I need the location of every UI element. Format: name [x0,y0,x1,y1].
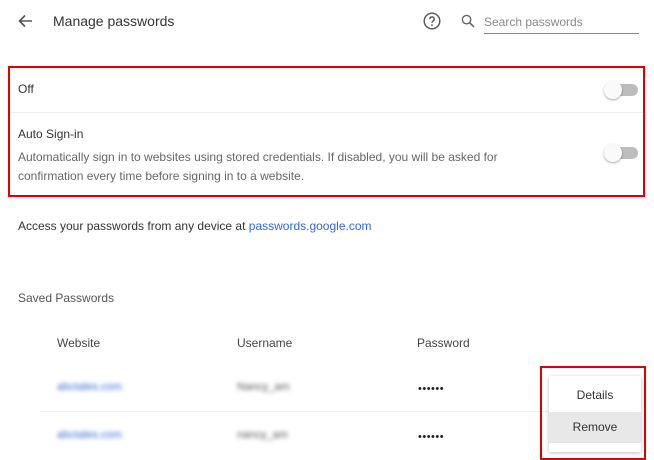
auto-signin-toggle[interactable] [604,144,638,162]
row-password: •••••• [418,431,445,443]
page-header: Manage passwords [0,0,654,44]
auto-signin-description: Automatically sign in to websites using … [18,150,498,183]
access-prefix: Access your passwords from any device at [18,219,249,233]
column-header-website: Website [57,336,101,350]
row-password: •••••• [418,383,445,395]
saved-passwords-heading: Saved Passwords [18,291,115,305]
menu-item-details[interactable]: Details [549,380,641,411]
help-circle-icon[interactable] [423,12,441,30]
passwords-google-link[interactable]: passwords.google.com [249,219,372,233]
search-icon [461,14,475,28]
row-username: nancy_am [237,429,288,441]
offer-to-save-toggle[interactable] [604,81,638,99]
row-website[interactable]: abctales.com [57,429,122,441]
column-header-username: Username [237,336,293,350]
settings-highlight-box: Off Auto Sign-in Automatically sign in t… [8,66,645,197]
offer-to-save-label: Off [18,82,34,96]
auto-signin-title: Auto Sign-in [18,127,84,141]
arrow-back-icon [18,14,32,28]
page-title: Manage passwords [53,13,175,29]
column-header-password: Password [417,336,470,350]
row-context-menu: Details Remove [549,376,641,452]
row-website[interactable]: abctales.com [57,381,122,393]
row-username: Nancy_am [237,381,290,393]
toggle-knob [604,144,622,162]
offer-to-save-row: Off [10,68,643,113]
menu-item-remove[interactable]: Remove [549,412,641,443]
toggle-knob [604,81,622,99]
back-button[interactable] [14,10,36,32]
search-input[interactable] [484,10,639,34]
access-passwords-text: Access your passwords from any device at… [18,219,372,233]
row-divider [40,411,560,412]
